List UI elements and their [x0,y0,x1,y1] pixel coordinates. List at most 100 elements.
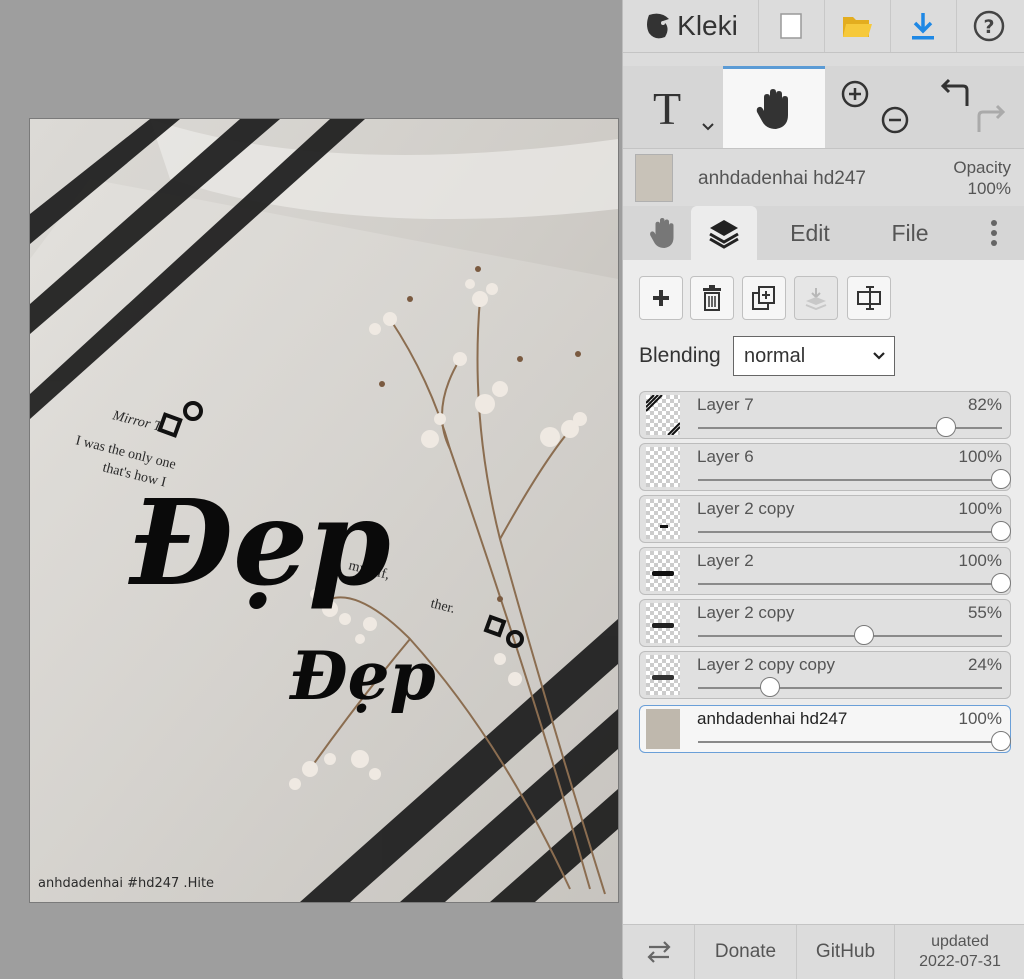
tab-file[interactable]: File [873,206,947,260]
undo-redo-controls [933,76,1013,142]
watermark-text: anhdadenhai #hd247 .Hite [38,876,214,891]
delete-layer-button[interactable] [690,276,734,320]
tab-edit[interactable]: Edit [773,206,847,260]
blending-value: normal [744,345,806,367]
updated-label: updated [931,933,989,950]
zoom-controls [835,76,915,142]
tab-layers[interactable] [691,206,757,260]
opacity-slider-track[interactable] [698,531,1002,533]
new-file-icon [780,13,802,39]
layers-icon [709,220,739,249]
help-icon: ? [973,10,1005,42]
redo-icon[interactable] [977,104,1006,132]
layer-thumbnail [646,603,680,643]
duplicate-layer-button[interactable] [742,276,786,320]
rename-layer-button[interactable] [847,276,891,320]
new-file-button[interactable] [758,0,825,52]
rename-layer-icon [857,286,881,310]
layer-item[interactable]: Layer 2 copy 55% [639,599,1011,647]
opacity-label: Opacity [953,158,1011,177]
drawing-canvas[interactable]: Mirror T I was the only one that's how I… [29,118,619,903]
opacity-slider-handle[interactable] [991,731,1011,751]
right-panel: Kleki ? T anhdadenhai hd247 Opacity 100%… [622,0,1024,979]
open-file-button[interactable] [824,0,891,52]
opacity-slider-handle[interactable] [991,573,1011,593]
layer-opacity: 100% [958,551,1002,570]
current-layer-opacity: Opacity 100% [953,157,1011,199]
opacity-slider-handle[interactable] [991,469,1011,489]
tool-bar: T [623,66,1024,149]
current-layer-thumbnail [635,154,673,202]
layer-item[interactable]: Layer 2 100% [639,547,1011,595]
panel-tabs: Edit File [623,206,1024,260]
merge-down-icon [805,288,827,310]
layer-item[interactable]: Layer 2 copy 100% [639,495,1011,543]
text-tool-icon: T [653,83,682,134]
download-button[interactable] [890,0,957,52]
current-layer-info: anhdadenhai hd247 Opacity 100% [623,150,1024,206]
layer-name: Layer 2 copy [697,603,795,622]
logo-text: Kleki [677,10,738,41]
kleki-logo-icon [647,13,670,39]
layer-thumbnail [646,395,680,435]
canvas-artwork: Mirror T I was the only one that's how I… [30,119,618,902]
layer-item[interactable]: Layer 6 100% [639,443,1011,491]
blending-select[interactable]: normal [733,336,895,376]
add-layer-icon [653,290,669,306]
swap-arrows-icon [646,941,671,963]
layer-opacity: 100% [958,709,1002,728]
help-button[interactable]: ? [956,0,1022,52]
hand-tool-button[interactable] [723,66,825,148]
title-lettering: Đẹp [127,473,391,612]
subtitle-lettering: Đẹp [288,637,436,715]
layer-name: Layer 7 [697,395,754,414]
text-tool-button[interactable]: T [623,66,723,148]
opacity-slider-track[interactable] [698,687,1002,689]
opacity-slider-track[interactable] [698,583,1002,585]
layer-thumbnail [646,655,680,695]
updated-date: 2022-07-31 [919,953,1001,970]
opacity-slider-handle[interactable] [991,521,1011,541]
layer-item-selected[interactable]: anhdadenhai hd247 100% [639,705,1011,753]
more-menu-button[interactable] [973,206,1015,260]
opacity-slider-handle[interactable] [854,625,875,645]
layers-panel: Blending normal Layer 7 82% Layer 6 100% [623,260,1024,924]
bottom-bar: Donate GitHub updated 2022-07-31 [623,924,1024,979]
more-vertical-icon [991,220,997,246]
chevron-down-icon [873,352,885,360]
swap-side-button[interactable] [623,925,695,979]
updated-info[interactable]: updated 2022-07-31 [895,925,1024,979]
zoom-out-icon[interactable] [881,106,909,134]
opacity-slider-track[interactable] [698,479,1002,481]
layer-item[interactable]: Layer 7 82% [639,391,1011,439]
opacity-slider-handle[interactable] [936,417,957,437]
layer-opacity: 24% [967,655,1002,674]
layer-thumbnail [646,447,680,487]
layer-name: anhdadenhai hd247 [697,709,848,728]
open-folder-icon [843,17,872,37]
chevron-down-icon[interactable] [701,122,715,132]
hand-tool-icon [756,88,788,129]
top-bar: Kleki ? [623,0,1024,53]
opacity-slider-track[interactable] [698,635,1002,637]
svg-text:?: ? [983,16,994,38]
opacity-slider-track[interactable] [698,427,1002,429]
layer-item[interactable]: Layer 2 copy copy 24% [639,651,1011,699]
tab-hand[interactable] [633,206,693,260]
download-icon [912,13,934,40]
kleki-logo[interactable]: Kleki [623,0,759,52]
layer-name: Layer 2 copy copy [697,655,835,674]
zoom-in-icon[interactable] [841,80,869,108]
canvas-area[interactable]: Mirror T I was the only one that's how I… [0,0,622,978]
layer-thumbnail [646,499,680,539]
donate-link[interactable]: Donate [695,925,797,979]
github-link[interactable]: GitHub [797,925,895,979]
merge-down-button[interactable] [794,276,838,320]
delete-layer-icon [703,285,721,311]
opacity-slider-handle[interactable] [759,677,780,697]
layer-name: Layer 6 [697,447,754,466]
opacity-slider-track[interactable] [698,741,1002,743]
undo-icon[interactable] [940,78,969,106]
add-layer-button[interactable] [639,276,683,320]
layer-opacity: 55% [967,603,1002,622]
